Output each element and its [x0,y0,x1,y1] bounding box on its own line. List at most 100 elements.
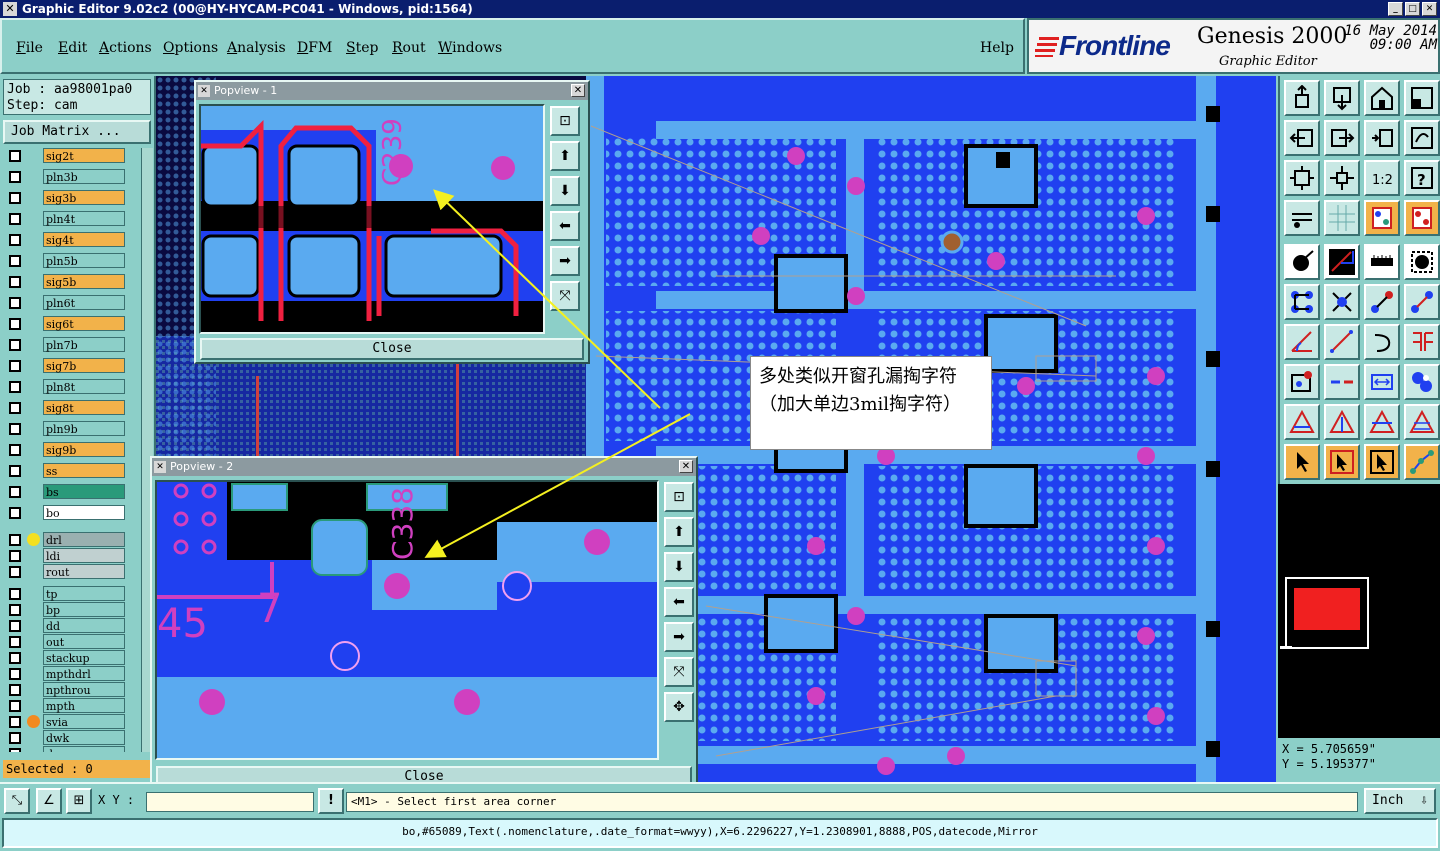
dimension-icon[interactable] [1364,364,1400,400]
pointer-icon[interactable] [1284,444,1320,480]
layer-checkbox[interactable] [9,423,21,435]
draw-arc-icon[interactable] [1364,324,1400,360]
popview-1-titlebar[interactable]: ✕ Popview - 1 ✕ [196,82,588,100]
layer-row-bo[interactable]: bo [5,505,125,520]
triangle-c-icon[interactable] [1364,404,1400,440]
layer-snap-icon[interactable] [1404,200,1440,236]
popview-2-pan-right-icon[interactable]: ➡ [664,622,694,652]
move-pad-icon[interactable] [1364,284,1400,320]
layer-checkbox[interactable] [9,255,21,267]
layer-checkbox[interactable] [9,318,21,330]
popview-2-zoom-home-icon[interactable]: ⊡ [664,482,694,512]
layer-checkbox[interactable] [9,668,21,680]
popview-1-close-button[interactable]: Close [200,338,584,360]
layer-row-d[interactable]: d [5,746,125,752]
menu-actions[interactable]: Actions [99,40,152,56]
layer-checkbox[interactable] [9,620,21,632]
pan-down-icon[interactable] [1324,80,1360,116]
swap-view-icon[interactable] [1364,120,1400,156]
layer-row-dwk[interactable]: dwk [5,730,125,745]
layer-row-bs[interactable]: bs [5,484,125,499]
measure-icon[interactable] [1284,200,1320,236]
layer-row-pln8t[interactable]: pln8t [5,379,125,394]
zoom-home-icon[interactable] [1284,80,1320,116]
layer-row-sig6t[interactable]: sig6t [5,316,125,331]
add-pad-icon[interactable] [1284,284,1320,320]
layer-checkbox[interactable] [9,550,21,562]
layer-checkbox[interactable] [9,588,21,600]
break-line-icon[interactable] [1324,364,1360,400]
app-close-icon[interactable]: ✕ [3,2,17,16]
snap-icon[interactable]: ⤡ [4,788,30,814]
select-area-icon[interactable] [1404,244,1440,280]
layer-checkbox[interactable] [9,444,21,456]
pan-left-icon[interactable] [1284,120,1320,156]
popview-2-view[interactable]: C338 7 45 [155,480,659,760]
ruler-icon[interactable] [1364,244,1400,280]
layer-row-drl[interactable]: drl [5,532,125,547]
layer-checkbox[interactable] [9,700,21,712]
layer-checkbox[interactable] [9,192,21,204]
draw-line-icon[interactable] [1324,324,1360,360]
layer-checkbox[interactable] [9,234,21,246]
popview-2-titlebar[interactable]: ✕ Popview - 2 ✕ [152,458,696,476]
layer-checkbox[interactable] [9,486,21,498]
layer-checkbox[interactable] [9,171,21,183]
layer-row-mpthdrl[interactable]: mpthdrl [5,666,125,681]
menu-options[interactable]: Options [163,40,218,56]
popview-2-pan-left-icon[interactable]: ⬅ [664,587,694,617]
menu-dfm[interactable]: DFM [297,40,332,56]
popview-1-zoom-home-icon[interactable]: ⊡ [550,106,580,136]
menu-edit[interactable]: Edit [58,40,87,56]
layer-row-sig2t[interactable]: sig2t [5,148,125,163]
layer-row-mpth[interactable]: mpth [5,698,125,713]
layer-checkbox[interactable] [9,297,21,309]
angle-line-icon[interactable] [1284,324,1320,360]
close-button[interactable]: ✕ [1422,2,1437,16]
layer-row-sig5b[interactable]: sig5b [5,274,125,289]
menu-step[interactable]: Step [346,40,378,56]
layer-checkbox[interactable] [9,534,21,546]
popview-1-pan-right-icon[interactable]: ➡ [550,246,580,276]
popview-2-pan-down-icon[interactable]: ⬇ [664,552,694,582]
popview-2-pan-up-icon[interactable]: ⬆ [664,517,694,547]
layer-row-out[interactable]: out [5,634,125,649]
layer-row-stackup[interactable]: stackup [5,650,125,665]
layer-checkbox[interactable] [9,604,21,616]
layer-filter-icon[interactable] [1364,200,1400,236]
net-select-icon[interactable] [1404,444,1440,480]
menu-rout[interactable]: Rout [392,40,426,56]
layer-row-bp[interactable]: bp [5,602,125,617]
popview-1-menu-icon[interactable]: ✕ [198,85,210,97]
layer-checkbox[interactable] [9,732,21,744]
window-layout-icon[interactable] [1404,80,1440,116]
popview-1-pan-up-icon[interactable]: ⬆ [550,141,580,171]
job-matrix-button[interactable]: Job Matrix ... [3,120,151,144]
home-view-icon[interactable] [1364,80,1400,116]
layer-checkbox[interactable] [9,213,21,225]
pointer-select-icon[interactable] [1364,444,1400,480]
xy-input[interactable] [146,792,314,812]
layer-row-pln3b[interactable]: pln3b [5,169,125,184]
layer-checkbox[interactable] [9,748,21,752]
grid-snap-icon[interactable]: ⊞ [66,788,92,814]
grid-icon[interactable] [1324,200,1360,236]
zoom-fit-icon[interactable] [1284,160,1320,196]
layer-checkbox[interactable] [9,652,21,664]
layer-row-tp[interactable]: tp [5,586,125,601]
popview-1-view[interactable]: C239 [199,104,545,334]
copy-pad-icon[interactable] [1404,284,1440,320]
layer-row-npthrou[interactable]: npthrou [5,682,125,697]
alert-icon[interactable]: ! [318,788,344,814]
layer-row-rout[interactable]: rout [5,564,125,579]
zoom-center-icon[interactable] [1324,160,1360,196]
layer-row-pln5b[interactable]: pln5b [5,253,125,268]
layer-checkbox[interactable] [9,381,21,393]
layer-checkbox[interactable] [9,360,21,372]
menu-file[interactable]: File [16,40,43,56]
group-pads-icon[interactable] [1404,364,1440,400]
layer-checkbox[interactable] [9,276,21,288]
menu-help[interactable]: Help [980,40,1014,56]
layer-row-ss[interactable]: ss [5,463,125,478]
popview-1-zoom-in-icon[interactable]: ⤧ [550,281,580,311]
